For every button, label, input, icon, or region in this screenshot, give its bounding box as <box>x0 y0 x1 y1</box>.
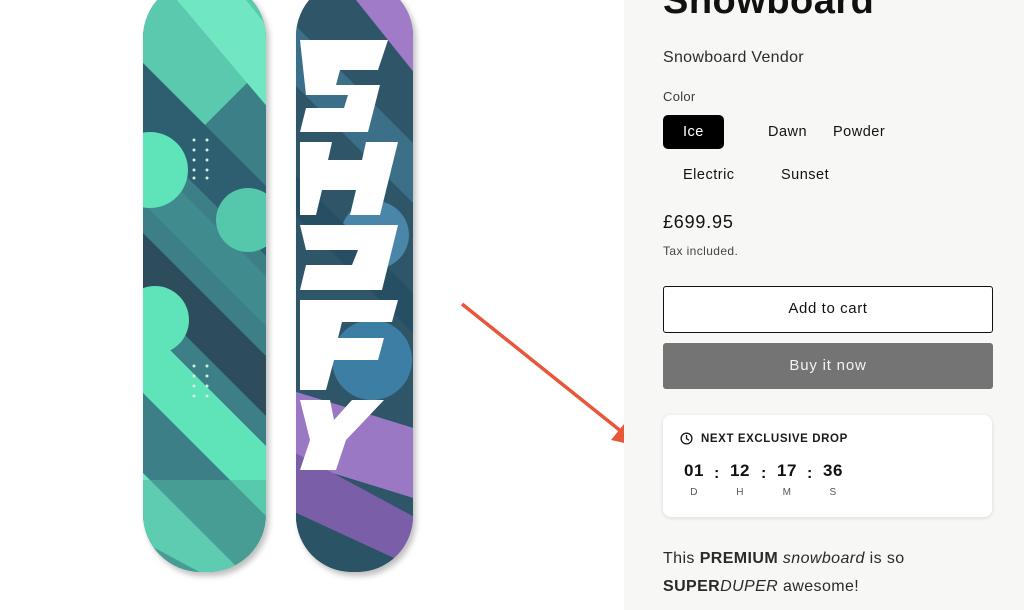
clock-icon <box>680 432 693 445</box>
countdown-hours-value: 12 <box>730 461 750 480</box>
color-label: Color <box>663 89 696 104</box>
countdown-title: NEXT EXCLUSIVE DROP <box>701 432 848 445</box>
product-media[interactable] <box>0 0 624 610</box>
countdown-minutes: 17 M <box>772 461 802 498</box>
tax-note: Tax included. <box>663 244 739 258</box>
countdown-card: NEXT EXCLUSIVE DROP 01 D : 12 H : 17 M :… <box>663 415 992 517</box>
product-vendor: Snowboard Vendor <box>663 49 804 66</box>
countdown-hours-label: H <box>736 487 744 498</box>
product-image <box>143 0 624 572</box>
snowboard-shopify <box>296 0 413 572</box>
product-info-panel: Snowboard Snowboard Vendor Color Ice Daw… <box>624 0 1024 610</box>
snowboard-teal <box>143 0 266 572</box>
countdown-separator: : <box>714 465 720 482</box>
countdown-minutes-label: M <box>782 487 792 498</box>
countdown-seconds: 36 S <box>818 461 848 498</box>
add-to-cart-button[interactable]: Add to cart <box>663 286 993 333</box>
countdown-days-label: D <box>690 487 698 498</box>
product-title: Snowboard <box>663 0 875 22</box>
countdown-days-value: 01 <box>684 461 704 480</box>
countdown-seconds-label: S <box>829 487 837 498</box>
countdown-hours: 12 H <box>725 461 755 498</box>
countdown-separator: : <box>807 465 813 482</box>
countdown-minutes-value: 17 <box>777 461 797 480</box>
countdown-seconds-value: 36 <box>823 461 843 480</box>
color-option-electric[interactable]: Electric <box>663 158 755 192</box>
product-description: This PREMIUM snowboard is so SUPERDUPER … <box>663 550 905 595</box>
countdown-header: NEXT EXCLUSIVE DROP <box>680 432 848 445</box>
buy-it-now-button[interactable]: Buy it now <box>663 343 993 389</box>
red-annotation-arrow <box>460 302 624 443</box>
color-option-sunset[interactable]: Sunset <box>761 158 849 192</box>
countdown-separator: : <box>761 465 767 482</box>
color-option-powder[interactable]: Powder <box>813 115 905 149</box>
product-price: £699.95 <box>663 212 734 232</box>
countdown-days: 01 D <box>679 461 709 498</box>
color-option-ice[interactable]: Ice <box>663 115 724 149</box>
